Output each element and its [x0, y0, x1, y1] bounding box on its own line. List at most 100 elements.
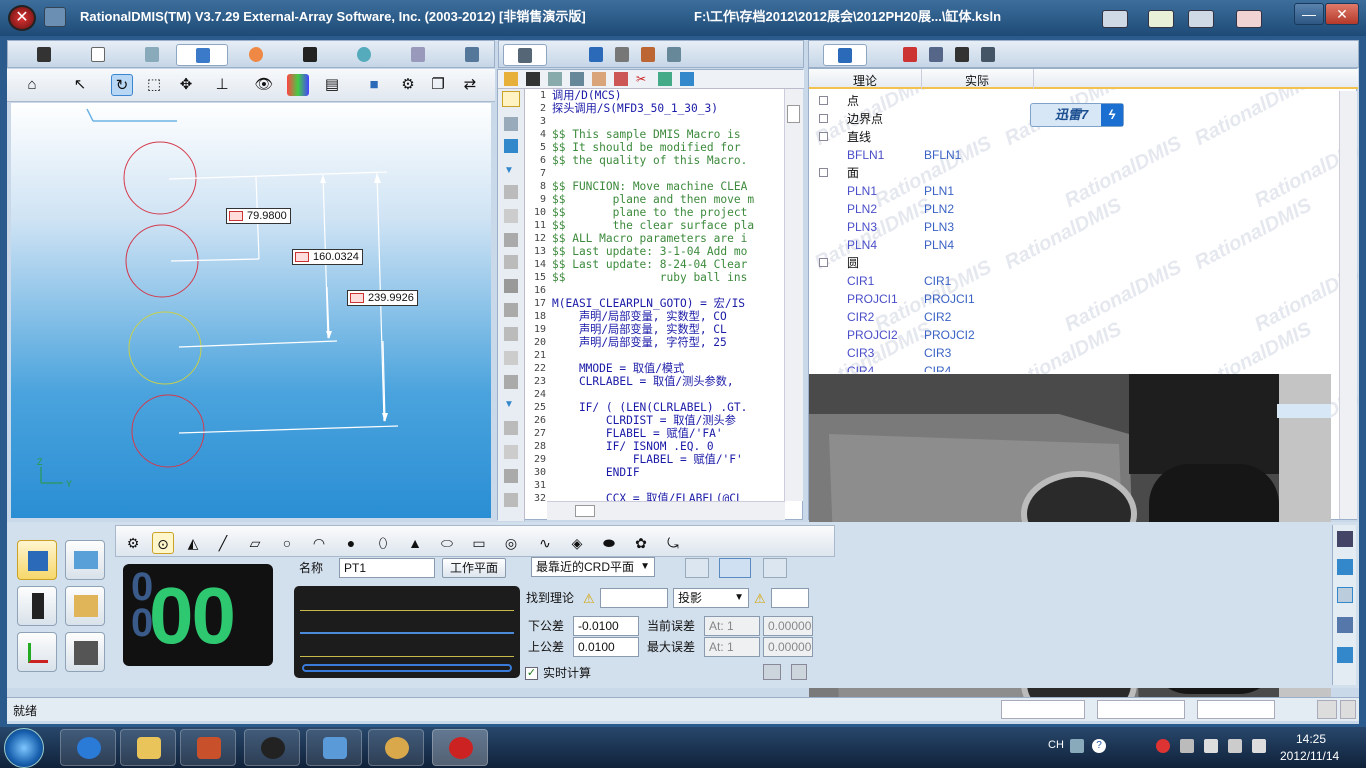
pattern-feature-icon[interactable]: ⬬: [598, 532, 620, 554]
side-tool-icon[interactable]: [504, 303, 518, 317]
probe-changer-button[interactable]: [65, 632, 105, 672]
projection-input[interactable]: [771, 588, 809, 608]
eye-icon[interactable]: 👁: [253, 74, 275, 96]
code-line[interactable]: IF/ ( (LEN(CLRLABEL) .GT.: [552, 401, 747, 414]
taskbar-rationaldmis[interactable]: [432, 729, 488, 766]
ruler-button[interactable]: [65, 540, 105, 580]
expand-arrow-icon[interactable]: ▼: [504, 165, 514, 176]
tree-row[interactable]: BFLN1 BFLN1: [809, 146, 1339, 164]
tab-features[interactable]: [823, 44, 867, 66]
surface-feature-icon[interactable]: ◈: [566, 532, 588, 554]
workplane-button[interactable]: 工作平面: [442, 558, 506, 578]
code-line[interactable]: $$ the quality of this Macro.: [552, 154, 747, 167]
editor-horizontal-scrollbar[interactable]: [547, 501, 785, 520]
side-tool-icon[interactable]: [1337, 647, 1353, 663]
dimension-label[interactable]: 239.9926: [347, 290, 418, 306]
ellipse-feature-icon[interactable]: ⬭: [436, 532, 458, 554]
expand-arrow-icon[interactable]: ▼: [504, 399, 514, 410]
expand-icon[interactable]: [819, 258, 828, 267]
close-button[interactable]: ✕: [1325, 3, 1359, 25]
point-feature-icon[interactable]: ⊙: [152, 532, 174, 554]
side-tool-icon[interactable]: [504, 469, 518, 483]
report-icon[interactable]: [1188, 10, 1214, 28]
side-tool-icon[interactable]: [504, 279, 518, 293]
tools-icon[interactable]: [1148, 10, 1174, 28]
side-tool-icon[interactable]: [504, 233, 518, 247]
side-tool-icon[interactable]: [504, 185, 518, 199]
graph-slider[interactable]: [302, 664, 512, 672]
tab-list[interactable]: [923, 44, 949, 66]
table-toggle-icon[interactable]: [763, 558, 787, 578]
tab-sphere[interactable]: [338, 44, 390, 66]
clock-date[interactable]: 2012/11/14: [1280, 749, 1339, 763]
taskbar-explorer[interactable]: [120, 729, 176, 766]
cube-view-icon[interactable]: ■: [363, 74, 385, 96]
taskbar-photo-viewer[interactable]: [306, 729, 362, 766]
code-line[interactable]: IF/ ISNOM .EQ. 0: [552, 440, 714, 453]
find-nominal-input[interactable]: [600, 588, 668, 608]
code-line[interactable]: $$ plane and then move m: [552, 193, 754, 206]
side-tool-icon[interactable]: [504, 327, 518, 341]
tree-group[interactable]: 圆: [809, 254, 1339, 272]
qq-tray-icon[interactable]: [1156, 739, 1170, 753]
dimension-label[interactable]: 79.9800: [226, 208, 291, 224]
save-icon[interactable]: [526, 72, 540, 86]
side-tool-icon[interactable]: [504, 375, 518, 389]
side-tool-icon[interactable]: [504, 445, 518, 459]
hand-icon[interactable]: [592, 72, 606, 86]
tab-form[interactable]: [659, 44, 689, 66]
code-line[interactable]: 声明/局部变量, 实数型, CO: [552, 310, 727, 323]
tab-camera[interactable]: [949, 44, 975, 66]
expand-icon[interactable]: [819, 96, 828, 105]
tree-row[interactable]: PLN4 PLN4: [809, 236, 1339, 254]
tab-table[interactable]: [126, 44, 178, 66]
arc-feature-icon[interactable]: ◠: [308, 532, 330, 554]
delete-line-icon[interactable]: [614, 72, 628, 86]
probe-mode-button[interactable]: [17, 540, 57, 580]
app-logo-icon[interactable]: ✕: [8, 5, 36, 31]
code-line[interactable]: ENDIF: [552, 466, 640, 479]
link-feature-icon[interactable]: ⤿: [662, 532, 684, 554]
transform-icon[interactable]: ⇄: [459, 74, 481, 96]
tree-group[interactable]: 直线: [809, 128, 1339, 146]
tree-row[interactable]: PLN2 PLN2: [809, 200, 1339, 218]
scroll-thumb[interactable]: [787, 105, 800, 123]
editor-vertical-scrollbar[interactable]: [784, 89, 803, 501]
xunlei-badge[interactable]: 迅雷7 ϟ: [1030, 103, 1124, 127]
side-tool-icon[interactable]: [504, 421, 518, 435]
home-icon[interactable]: ⌂: [21, 74, 43, 96]
tab-sensor[interactable]: [975, 44, 1001, 66]
tree-group[interactable]: 面: [809, 164, 1339, 182]
tree-row[interactable]: CIR1 CIR1: [809, 272, 1339, 290]
side-tool-icon[interactable]: [504, 209, 518, 223]
realtime-checkbox[interactable]: ✓: [525, 667, 538, 680]
tab-program[interactable]: [503, 44, 547, 66]
signal-icon[interactable]: [1228, 739, 1242, 753]
plane-feature-icon[interactable]: ▱: [244, 532, 266, 554]
code-line[interactable]: $$ Last update: 3-1-04 Add mo: [552, 245, 747, 258]
edge-point-icon[interactable]: ◭: [182, 532, 204, 554]
report-icon[interactable]: [763, 664, 781, 680]
code-line[interactable]: FLABEL = 赋值/'FA': [552, 427, 723, 440]
tree-vertical-scrollbar[interactable]: [1339, 91, 1357, 519]
expand-icon[interactable]: [819, 114, 828, 123]
code-line[interactable]: $$ plane to the project: [552, 206, 747, 219]
tree-row[interactable]: CIR2 CIR2: [809, 308, 1339, 326]
code-line[interactable]: CCX = 取值/FLABEL(@CL: [552, 492, 743, 501]
volume-icon[interactable]: [1252, 739, 1266, 753]
column-nominal[interactable]: 理论: [853, 72, 877, 89]
cone-feature-icon[interactable]: ▲: [404, 532, 426, 554]
gear-feature-icon[interactable]: ✿: [630, 532, 652, 554]
code-line[interactable]: $$ ALL Macro parameters are i: [552, 232, 747, 245]
clipboard-icon[interactable]: [1204, 739, 1218, 753]
side-tool-icon[interactable]: [504, 255, 518, 269]
minimize-button[interactable]: —: [1294, 3, 1324, 25]
keyboard-icon[interactable]: [1070, 739, 1084, 753]
side-tool-icon[interactable]: [1337, 559, 1353, 575]
status-field[interactable]: [1001, 700, 1085, 719]
code-area[interactable]: 调用/D(MCS) 探头调用/S(MFD3_50_1_30_3) $$ This s…: [548, 89, 784, 501]
color-map-icon[interactable]: [287, 74, 309, 96]
code-line[interactable]: $$ This sample DMIS Macro is: [552, 128, 741, 141]
graphics-viewport[interactable]: Z Y 79.9800 160.0324 239.9926: [11, 103, 491, 518]
projection-select[interactable]: 投影 ▼: [673, 588, 749, 608]
